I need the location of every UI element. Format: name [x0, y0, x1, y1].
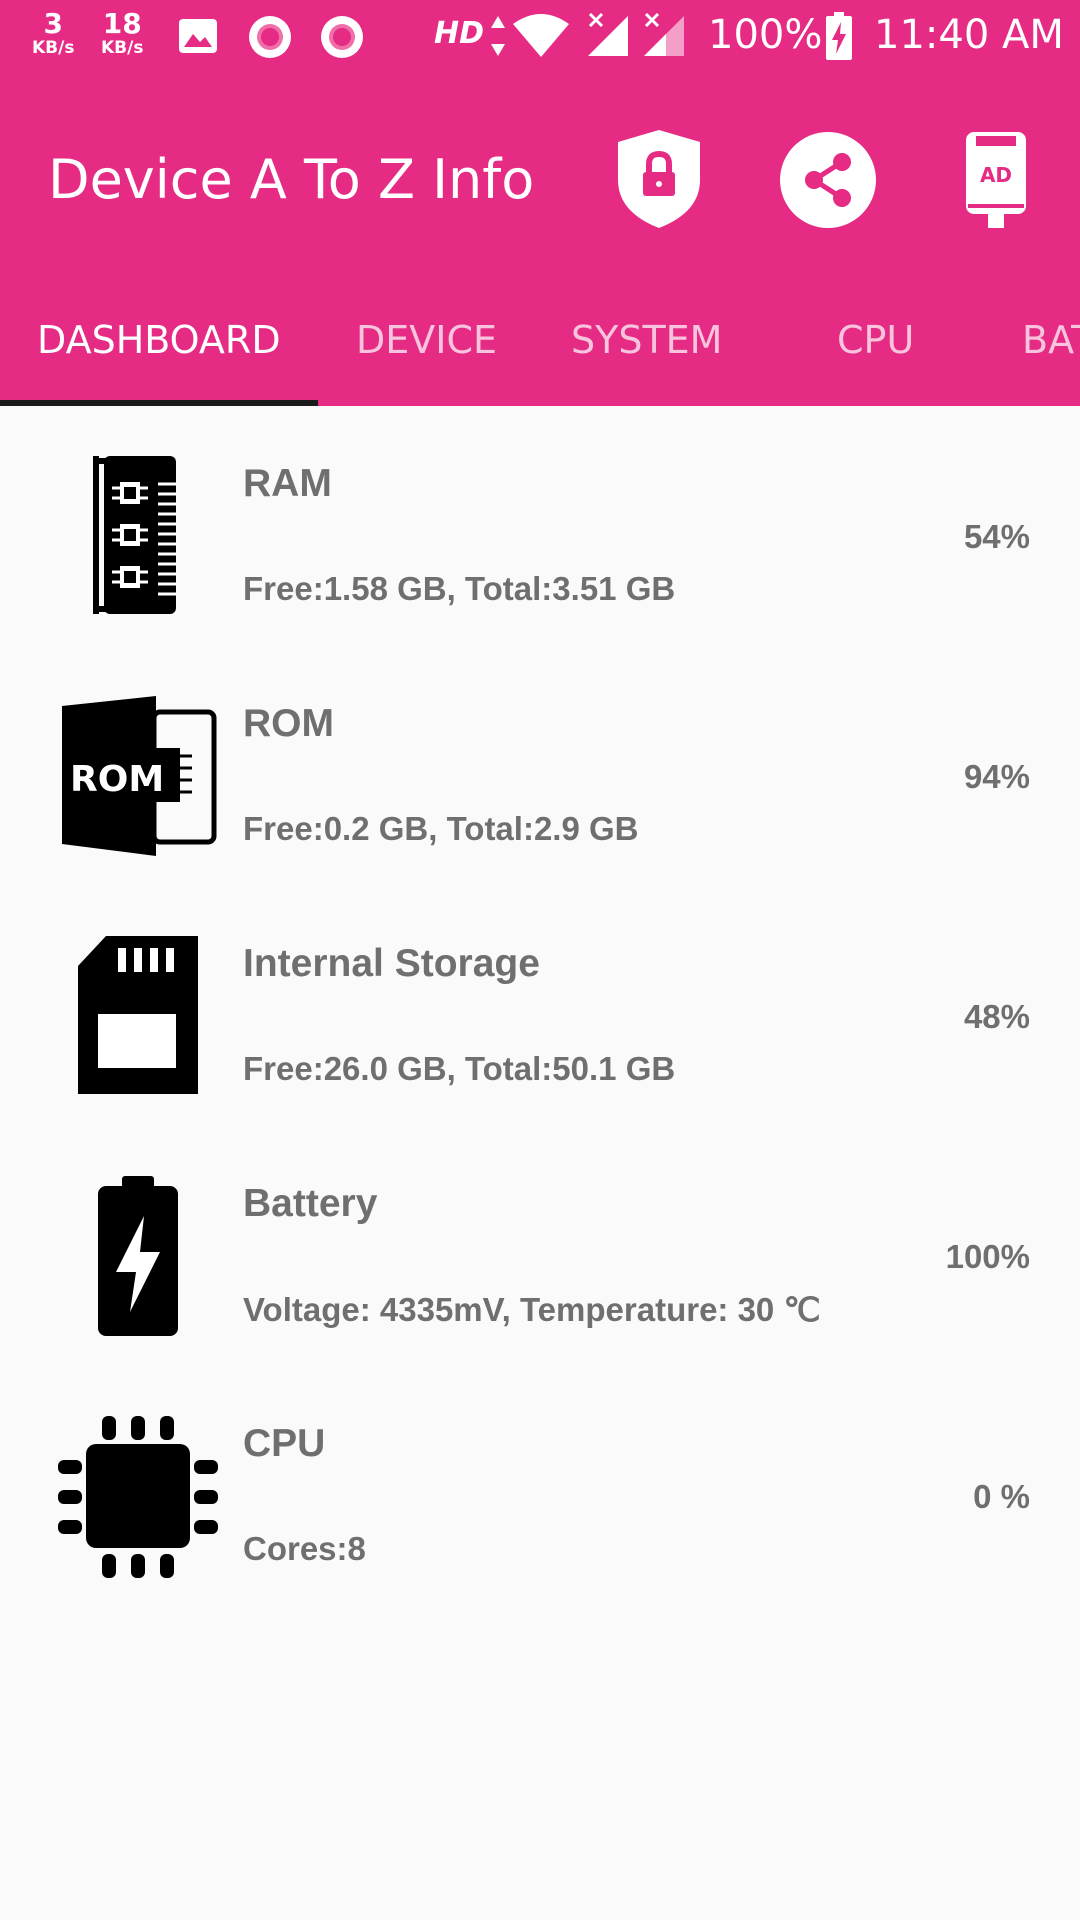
shield-lock-icon: [618, 130, 700, 228]
item-detail: Free:1.58 GB, Total:3.51 GB: [243, 570, 676, 607]
svg-text:AD: AD: [980, 163, 1012, 187]
upload-speed-value: 3: [43, 7, 63, 40]
share-button[interactable]: [780, 132, 876, 233]
status-bar: 3 KB/s 18 KB/s HD 100% 11:40 AM: [0, 0, 1080, 74]
sd-card-icon: [78, 936, 198, 1094]
item-title: ROM: [243, 702, 334, 745]
wifi-icon: [513, 14, 569, 57]
list-item-ram[interactable]: RAM Free:1.58 GB, Total:3.51 GB 54%: [0, 406, 1080, 646]
app-header: 3 KB/s 18 KB/s HD 100% 11:40 AM Device A…: [0, 0, 1080, 406]
tab-system[interactable]: SYSTEM: [571, 318, 722, 362]
battery-charging-icon: [826, 12, 852, 60]
item-title: CPU: [243, 1422, 326, 1465]
app-title: Device A To Z Info: [48, 148, 535, 211]
tab-dashboard[interactable]: DASHBOARD: [37, 318, 281, 362]
battery-icon: [98, 1176, 178, 1336]
upload-speed-unit: KB/s: [32, 38, 75, 58]
item-title: RAM: [243, 462, 332, 505]
item-title: Internal Storage: [243, 942, 540, 985]
clock: 11:40 AM: [874, 12, 1064, 58]
tab-battery[interactable]: BAT: [1022, 318, 1080, 362]
list-item-battery[interactable]: Battery Voltage: 4335mV, Temperature: 30…: [0, 1126, 1080, 1366]
data-arrows-icon: [491, 16, 505, 56]
remove-ads-button[interactable]: AD: [964, 130, 1028, 235]
battery-percent: 100%: [708, 12, 823, 58]
image-icon: [179, 19, 217, 53]
record-icon: [249, 16, 291, 58]
download-speed: 18 KB/s: [101, 10, 143, 57]
list-item-rom[interactable]: ROM ROM Free:0.2 GB, Total:2.9 GB 94%: [0, 646, 1080, 886]
cpu-chip-icon: [58, 1416, 218, 1578]
item-percent: 94%: [963, 758, 1030, 795]
record-icon: [321, 16, 363, 58]
item-title: Battery: [243, 1182, 378, 1225]
item-percent: 100%: [945, 1238, 1030, 1275]
privacy-button[interactable]: [614, 128, 704, 235]
download-speed-unit: KB/s: [101, 38, 144, 58]
hd-indicator: HD: [434, 16, 485, 51]
item-detail: Voltage: 4335mV, Temperature: 30 ℃: [243, 1291, 821, 1328]
list-item-internal-storage[interactable]: Internal Storage Free:26.0 GB, Total:50.…: [0, 886, 1080, 1126]
tab-bar: DASHBOARD DEVICE SYSTEM CPU BAT: [0, 290, 1080, 406]
signal-icon: [588, 12, 628, 56]
item-detail: Cores:8: [243, 1530, 366, 1567]
signal-icon: [644, 12, 684, 56]
tab-device[interactable]: DEVICE: [356, 318, 497, 362]
remove-ads-icon: AD: [966, 132, 1026, 228]
share-icon: [780, 132, 876, 228]
download-speed-value: 18: [102, 7, 142, 40]
item-percent: 48%: [963, 998, 1030, 1035]
item-percent: 0 %: [973, 1478, 1030, 1515]
item-detail: Free:0.2 GB, Total:2.9 GB: [243, 810, 639, 847]
list-item-cpu[interactable]: CPU Cores:8 0 %: [0, 1366, 1080, 1606]
ram-icon: [93, 456, 176, 614]
upload-speed: 3 KB/s: [32, 10, 74, 57]
rom-icon: ROM: [62, 696, 217, 856]
tab-cpu[interactable]: CPU: [837, 318, 914, 362]
item-percent: 54%: [963, 518, 1030, 555]
item-detail: Free:26.0 GB, Total:50.1 GB: [243, 1050, 676, 1087]
rom-icon-label: ROM: [70, 759, 164, 800]
